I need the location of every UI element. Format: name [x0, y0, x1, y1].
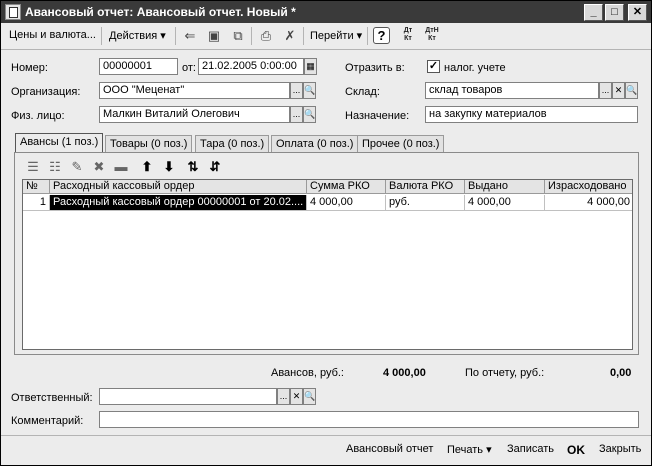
organization-label: Организация:: [11, 86, 81, 98]
reflect-label: Отразить в:: [345, 62, 405, 74]
tab-containers[interactable]: Тара (0 поз.): [195, 135, 270, 152]
table-row-number[interactable]: 1: [23, 195, 50, 211]
tab-other[interactable]: Прочее (0 поз.): [357, 135, 445, 152]
calendar-icon[interactable]: ▦: [304, 58, 317, 75]
organization-input[interactable]: ООО "Меценат": [99, 82, 290, 99]
number-label: Номер:: [11, 62, 48, 74]
command-bar: Авансовый отчет Печать ▾ Записать OK Зак…: [1, 435, 651, 465]
toolbar-separator: [303, 27, 304, 45]
document-list-icon[interactable]: ▣: [205, 27, 223, 45]
tab-payment[interactable]: Оплата (0 поз.): [271, 135, 359, 152]
add-row-icon[interactable]: ☰: [25, 159, 41, 175]
dtn-kt-icon[interactable]: ДтН Кт: [423, 27, 441, 45]
column-header-sum[interactable]: Сумма РКО: [307, 180, 386, 194]
back-arrow-icon[interactable]: ⇐: [181, 27, 199, 45]
warehouse-clear-icon[interactable]: ✕: [612, 82, 625, 99]
advances-total-label: Авансов, руб.:: [271, 367, 344, 379]
close-window-button[interactable]: ✕: [628, 4, 647, 21]
actions-menu-button[interactable]: Действия ▾: [109, 29, 166, 42]
advances-total-value: 4 000,00: [383, 367, 426, 379]
warehouse-input[interactable]: склад товаров: [425, 82, 599, 99]
tab-goods[interactable]: Товары (0 поз.): [105, 135, 193, 152]
responsible-input[interactable]: [99, 388, 277, 405]
date-input[interactable]: 21.02.2005 0:00:00: [198, 58, 304, 75]
dt-kt-icon[interactable]: Дт Кт: [399, 27, 417, 45]
main-toolbar: Цены и валюта... Действия ▾ ⇐ ▣ ⧉ ⎙ ✗ Пе…: [1, 23, 651, 50]
comment-input[interactable]: [99, 411, 639, 428]
warehouse-select-button[interactable]: ...: [599, 82, 612, 99]
copy-row-icon[interactable]: ☷: [47, 159, 63, 175]
print-menu-button[interactable]: Печать ▾: [447, 443, 492, 456]
person-input[interactable]: Малкин Виталий Олегович: [99, 106, 290, 123]
purpose-label: Назначение:: [345, 110, 410, 122]
unpost-document-icon[interactable]: ✗: [281, 27, 299, 45]
column-header-spent[interactable]: Израсходовано: [545, 180, 632, 194]
move-down-icon[interactable]: ⬇: [161, 159, 177, 175]
column-header-order[interactable]: Расходный кассовый ордер: [50, 180, 307, 194]
sort-descending-icon[interactable]: ⇵: [207, 159, 223, 175]
move-up-icon[interactable]: ⬆: [139, 159, 155, 175]
advances-tab-panel: ☰ ☷ ✎ ✖ ▬ ⬆ ⬇ ⇅ ⇵ № Расходный кассовый о…: [14, 152, 639, 355]
close-button[interactable]: Закрыть: [599, 443, 641, 455]
tax-accounting-checkbox[interactable]: ✓: [427, 60, 440, 73]
comment-label: Комментарий:: [11, 415, 84, 427]
person-label: Физ. лицо:: [11, 110, 65, 122]
toolbar-separator: [175, 27, 176, 45]
help-icon[interactable]: ?: [373, 27, 390, 44]
advances-grid[interactable]: № Расходный кассовый ордер Сумма РКО Вал…: [22, 179, 633, 350]
toolbar-separator: [101, 27, 102, 45]
report-total-value: 0,00: [610, 367, 632, 379]
document-window: Авансовый отчет: Авансовый отчет. Новый …: [0, 0, 652, 466]
copy-document-icon[interactable]: ⧉: [229, 27, 247, 45]
number-input[interactable]: 00000001: [99, 58, 178, 75]
edit-row-icon[interactable]: ✎: [69, 159, 85, 175]
goto-menu-button[interactable]: Перейти ▾: [310, 29, 362, 42]
column-header-currency[interactable]: Валюта РКО: [386, 180, 465, 194]
warehouse-label: Склад:: [345, 86, 380, 98]
report-total-label: По отчету, руб.:: [465, 367, 545, 379]
date-label: от:: [182, 62, 196, 74]
dt-kt-bottom: Кт: [404, 35, 412, 42]
table-row-issued[interactable]: 4 000,00: [465, 195, 545, 211]
delete-row-icon[interactable]: ✖: [91, 159, 107, 175]
tax-accounting-label: налог. учете: [444, 62, 506, 74]
sort-ascending-icon[interactable]: ⇅: [185, 159, 201, 175]
responsible-select-button[interactable]: ...: [277, 388, 290, 405]
toolbar-separator: [367, 27, 368, 45]
purpose-input[interactable]: на закупку материалов: [425, 106, 638, 123]
responsible-search-icon[interactable]: 🔍: [303, 388, 316, 405]
table-row-order[interactable]: Расходный кассовый ордер 00000001 от 20.…: [50, 195, 307, 211]
ok-button[interactable]: OK: [567, 443, 585, 457]
toolbar-separator: [251, 27, 252, 45]
document-icon: [5, 4, 21, 20]
title-bar[interactable]: Авансовый отчет: Авансовый отчет. Новый …: [1, 1, 651, 23]
post-document-icon[interactable]: ⎙: [257, 27, 275, 45]
column-header-number[interactable]: №: [23, 180, 50, 194]
organization-search-icon[interactable]: 🔍: [303, 82, 316, 99]
responsible-label: Ответственный:: [11, 392, 93, 404]
dtn-kt-top: ДтН: [425, 27, 439, 34]
table-row-spent[interactable]: 4 000,00: [545, 195, 632, 211]
prices-currency-button[interactable]: Цены и валюта...: [9, 29, 96, 41]
person-select-button[interactable]: ...: [290, 106, 303, 123]
maximize-button[interactable]: □: [605, 4, 624, 21]
end-edit-icon[interactable]: ▬: [113, 159, 129, 175]
dt-kt-top: Дт: [403, 27, 413, 34]
tab-advances[interactable]: Авансы (1 поз.): [15, 133, 104, 153]
person-search-icon[interactable]: 🔍: [303, 106, 316, 123]
table-row-currency[interactable]: руб.: [386, 195, 465, 211]
dtn-kt-bottom: Кт: [428, 35, 436, 42]
responsible-clear-icon[interactable]: ✕: [290, 388, 303, 405]
column-header-issued[interactable]: Выдано: [465, 180, 545, 194]
window-title: Авансовый отчет: Авансовый отчет. Новый …: [25, 5, 296, 19]
save-button[interactable]: Записать: [507, 443, 554, 455]
table-row-sum[interactable]: 4 000,00: [307, 195, 386, 211]
advance-report-print-button[interactable]: Авансовый отчет: [346, 443, 433, 455]
warehouse-search-icon[interactable]: 🔍: [625, 82, 638, 99]
organization-select-button[interactable]: ...: [290, 82, 303, 99]
minimize-button[interactable]: _: [584, 4, 603, 21]
